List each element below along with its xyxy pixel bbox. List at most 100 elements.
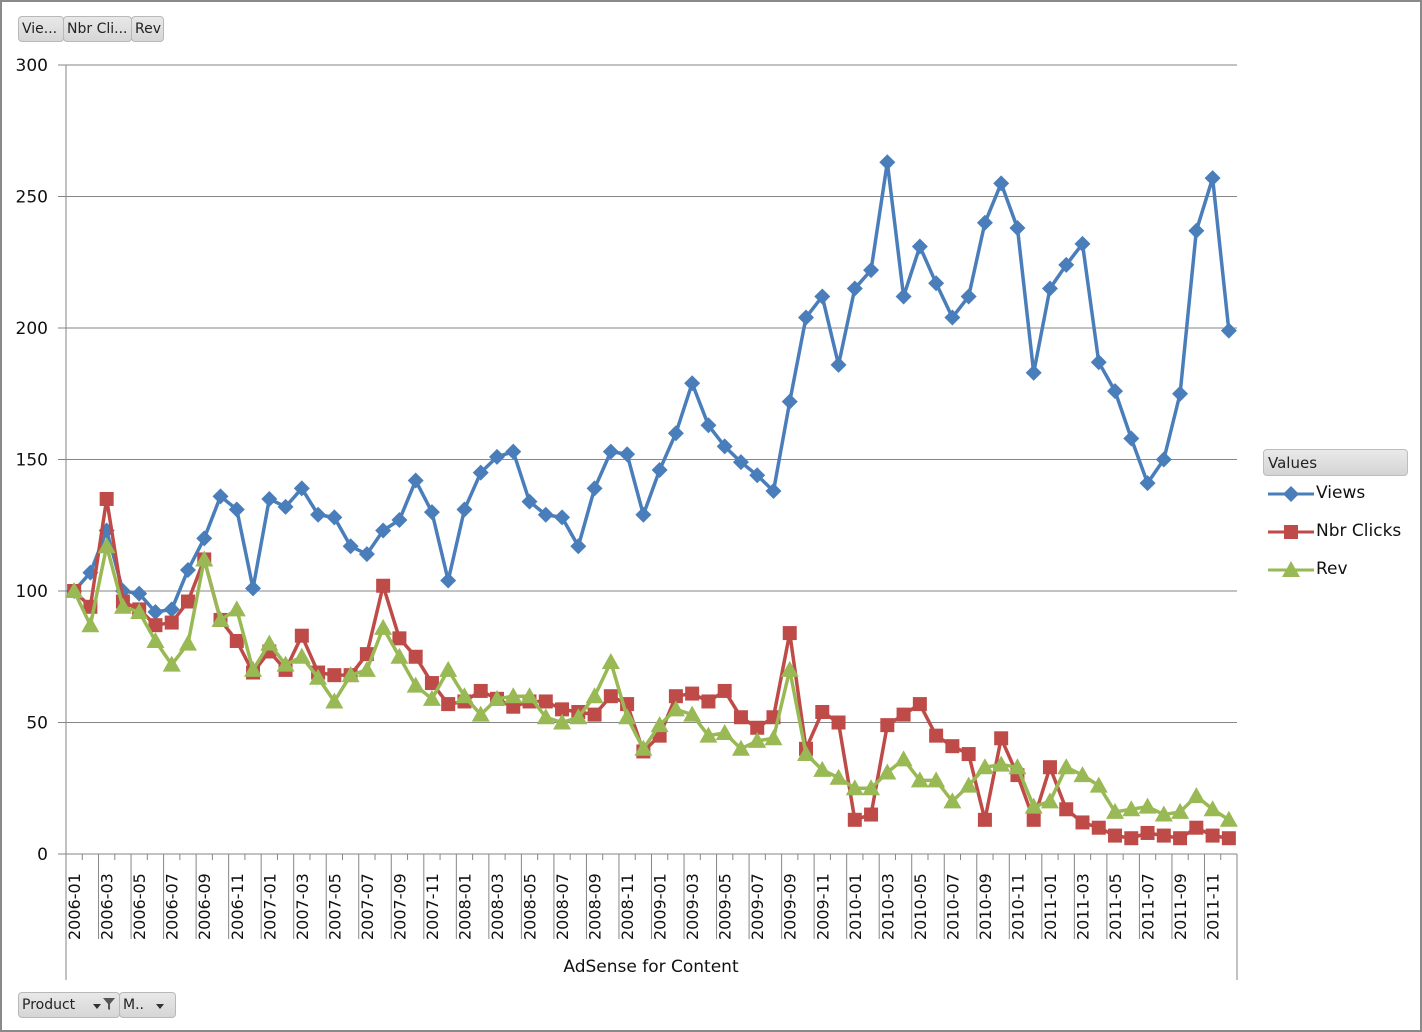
data-point-square [1091, 820, 1106, 835]
x-tick-label: 2007-03 [293, 873, 312, 940]
data-point-square [376, 578, 391, 593]
month-field-label: M.. [123, 997, 144, 1013]
data-point-diamond [505, 443, 522, 460]
data-point-triangle [601, 653, 620, 670]
series-rev [65, 537, 1238, 827]
x-tick-label: 2010-03 [878, 873, 897, 940]
dropdown-arrow-icon[interactable] [156, 1004, 164, 1009]
data-point-diamond [570, 538, 587, 555]
x-tick-label: 2008-09 [586, 873, 605, 940]
data-point-triangle [81, 616, 100, 633]
y-tick-label: 150 [16, 451, 48, 471]
data-point-square [99, 491, 114, 506]
data-point-diamond [326, 509, 343, 526]
data-point-square [961, 747, 976, 762]
data-point-triangle [374, 618, 393, 635]
data-point-square [1189, 820, 1204, 835]
data-point-square [1173, 831, 1188, 846]
axes [65, 65, 1238, 980]
legend-values-header[interactable]: Values [1263, 449, 1408, 476]
data-point-diamond [261, 490, 278, 507]
data-point-square [1284, 525, 1298, 539]
product-field-button[interactable]: Product [18, 992, 120, 1018]
data-point-square [538, 694, 553, 709]
data-point-square [977, 812, 992, 827]
legend-triangle-icon [1268, 561, 1314, 577]
series-views [66, 154, 1237, 621]
x-tick-label: 2011-11 [1204, 873, 1223, 940]
data-point-square [880, 718, 895, 733]
data-point-square [441, 697, 456, 712]
data-point-square [164, 615, 179, 630]
data-point-diamond [602, 443, 619, 460]
data-point-diamond [911, 238, 928, 255]
data-point-diamond [179, 561, 196, 578]
x-tick-label: 2010-01 [846, 873, 865, 940]
data-point-diamond [554, 509, 571, 526]
data-point-diamond [440, 572, 457, 589]
data-point-square [408, 649, 423, 664]
data-point-square [180, 594, 195, 609]
data-point-square [1156, 828, 1171, 843]
y-tick-label: 250 [16, 188, 48, 208]
data-point-diamond [635, 506, 652, 523]
x-tick-label: 2009-09 [781, 873, 800, 940]
data-point-triangle [227, 600, 246, 617]
x-axis-ticks: 2006-01 2006-03 2006-05 2006-07 2006-09 2006-… [65, 854, 1238, 940]
data-point-diamond [1283, 486, 1299, 502]
x-tick-label: 2007-11 [423, 873, 442, 940]
data-point-triangle [1057, 758, 1076, 775]
data-point-diamond [342, 538, 359, 555]
data-point-square [392, 631, 407, 646]
x-tick-label: 2006-11 [228, 873, 247, 940]
x-tick-label: 2011-09 [1171, 873, 1190, 940]
data-point-square [1221, 831, 1236, 846]
data-point-diamond [684, 375, 701, 392]
data-point-square [815, 704, 830, 719]
y-axis-ticks: 0 50 100 150 200 250 300 [16, 56, 48, 865]
x-tick-label: 2008-03 [488, 873, 507, 940]
data-point-diamond [830, 356, 847, 373]
month-field-button[interactable]: M.. [119, 992, 176, 1018]
data-point-triangle [1138, 797, 1157, 814]
y-tick-label: 300 [16, 56, 48, 76]
series-layer [65, 154, 1238, 846]
data-point-square [912, 697, 927, 712]
legend-label: Nbr Clicks [1316, 521, 1402, 541]
data-point-diamond [586, 480, 603, 497]
data-point-diamond [1220, 322, 1237, 339]
data-point-square [294, 628, 309, 643]
data-point-triangle [764, 729, 783, 746]
data-point-diamond [196, 530, 213, 547]
data-point-triangle [406, 676, 425, 693]
data-point-square [945, 739, 960, 754]
data-point-square [587, 707, 602, 722]
x-tick-label: 2006-07 [163, 873, 182, 940]
x-tick-label: 2006-05 [130, 873, 149, 940]
x-tick-label: 2006-03 [98, 873, 117, 940]
data-point-diamond [1090, 354, 1107, 371]
data-point-diamond [1188, 222, 1205, 239]
dropdown-arrow-icon[interactable] [93, 1004, 101, 1009]
x-tick-label: 2009-07 [748, 873, 767, 940]
data-point-square [1140, 825, 1155, 840]
x-tick-label: 2006-01 [65, 873, 84, 940]
data-point-square [473, 683, 488, 698]
filter-icon[interactable] [102, 997, 116, 1011]
y-tick-label: 0 [37, 845, 48, 865]
x-tick-label: 2006-09 [195, 873, 214, 940]
data-point-square [1124, 831, 1139, 846]
y-tick-label: 100 [16, 582, 48, 602]
x-tick-label: 2010-05 [911, 873, 930, 940]
data-point-diamond [1009, 220, 1026, 237]
data-point-square [685, 686, 700, 701]
product-field-label: Product [22, 997, 76, 1013]
x-tick-label: 2009-01 [651, 873, 670, 940]
data-point-diamond [928, 275, 945, 292]
data-point-triangle [585, 687, 604, 704]
data-point-square [1026, 812, 1041, 827]
x-axis-title: AdSense for Content [563, 957, 739, 977]
data-point-triangle [715, 724, 734, 741]
data-point-square [1108, 828, 1123, 843]
data-point-square [847, 812, 862, 827]
